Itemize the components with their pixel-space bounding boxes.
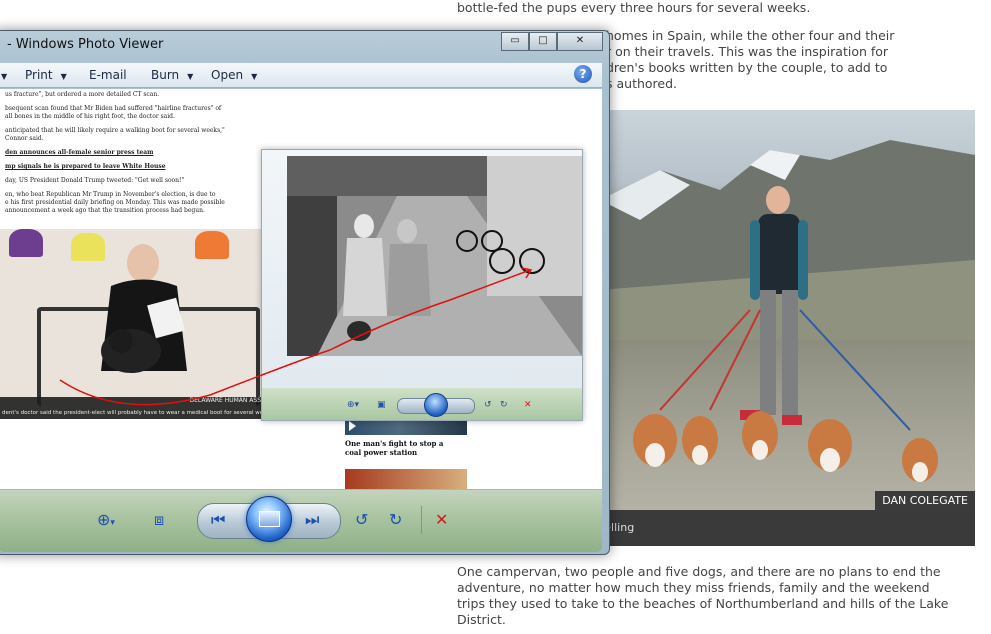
news-line: anticipated that he will likely require … — [5, 127, 225, 134]
slideshow-picture-icon — [259, 511, 280, 527]
news-link: mp signals he is prepared to leave White… — [5, 163, 166, 170]
viewer-toolbar: ⊕▾ ⧈ ⏮ ⏭ ↺ ↻ ✕ — [0, 490, 602, 552]
menu-open-label: Open — [211, 68, 244, 82]
play-icon — [349, 421, 356, 431]
article-paragraph-3: One campervan, two people and five dogs,… — [457, 564, 949, 627]
nested-fit-icon: ▣ — [377, 400, 386, 410]
zoom-icon[interactable]: ⊕▾ — [97, 512, 115, 531]
vintage-street-illustration — [287, 156, 582, 356]
sidebar-story-title: One man's fight to stop a coal power sta… — [345, 439, 444, 457]
menu-email-label: E-mail — [89, 68, 127, 82]
image-canvas: us fracture", but ordered a more detaile… — [0, 89, 602, 489]
person-illustration — [101, 244, 187, 373]
news-line: day, US President Donald Trump tweeted: … — [5, 177, 185, 184]
article-paragraph-2: homes in Spain, while the other four and… — [606, 28, 895, 91]
menu-email[interactable]: E-mail — [89, 68, 127, 82]
menu-burn-label: Burn — [151, 68, 180, 82]
help-icon[interactable]: ? — [574, 65, 592, 83]
news-line: announcement a week ago that the transit… — [5, 207, 205, 214]
nested-slideshow-icon — [424, 393, 448, 417]
menu-bar: ▼ Print ▼ E-mail Burn ▼ Open ▼ ? — [0, 63, 602, 88]
menu-left-arrow[interactable]: ▼ — [1, 68, 7, 82]
news-line: bsequent scan found that Mr Biden had su… — [5, 105, 222, 112]
news-photo-caption: DELAWARE HUMAN ASSOCIATION dent's doctor… — [0, 397, 294, 419]
news-line: e his first presidential daily briefing … — [5, 199, 225, 206]
vintage-street-photo — [287, 156, 582, 356]
rotate-left-icon[interactable]: ↺ — [355, 512, 368, 528]
dropdown-arrow-icon: ▼ — [187, 72, 194, 81]
nested-zoom-icon: ⊕▾ — [347, 400, 360, 410]
article-paragraph-1: bottle-fed the pups every three hours fo… — [457, 0, 811, 15]
nested-photo-viewer: ⊕▾ ▣ ↺ ↻ ✕ — [261, 149, 583, 421]
dropdown-arrow-icon: ▼ — [60, 72, 67, 81]
dropdown-arrow-icon: ▼ — [1, 72, 8, 81]
delete-icon[interactable]: ✕ — [435, 512, 448, 528]
photo-caption-bar: relling — [600, 510, 975, 546]
close-button[interactable]: ✕ — [557, 32, 603, 51]
nested-toolbar: ⊕▾ ▣ ↺ ↻ ✕ — [262, 388, 582, 420]
news-line: us fracture", but ordered a more detaile… — [5, 91, 160, 98]
news-line: Connor said. — [5, 135, 44, 142]
minimize-button[interactable]: ▭ — [501, 32, 529, 51]
maximize-button[interactable]: □ — [529, 32, 557, 51]
people-dogs-illustration — [633, 186, 938, 482]
menu-print[interactable]: Print ▼ — [25, 68, 67, 82]
menu-burn[interactable]: Burn ▼ — [151, 68, 193, 82]
news-link: den announces all-female senior press te… — [5, 149, 154, 156]
slideshow-icon[interactable] — [246, 496, 292, 542]
menu-open[interactable]: Open ▼ — [211, 68, 257, 82]
nested-rotate-right-icon: ↻ — [500, 400, 508, 410]
nested-delete-icon: ✕ — [524, 400, 532, 410]
caption-buttons: ▭ □ ✕ — [501, 32, 603, 51]
previous-icon[interactable]: ⏮ — [211, 512, 225, 528]
toolbar-separator — [421, 506, 422, 534]
photo-viewer-window[interactable]: - Windows Photo Viewer ▭ □ ✕ ▼ Print ▼ E-… — [0, 30, 610, 555]
fit-to-window-icon[interactable]: ⧈ — [154, 512, 164, 528]
news-photo-caption-text: dent's doctor said the president-elect w… — [2, 410, 273, 416]
news-line: en, who beat Republican Mr Trump in Nove… — [5, 191, 216, 198]
news-photo: DELAWARE HUMAN ASSOCIATION dent's doctor… — [0, 229, 294, 419]
wall-dog-purple — [9, 229, 43, 257]
menu-print-label: Print — [25, 68, 53, 82]
nested-rotate-left-icon: ↺ — [484, 400, 492, 410]
rotate-right-icon[interactable]: ↻ — [389, 512, 402, 528]
news-line: all bones in the middle of his right foo… — [5, 113, 175, 120]
next-icon[interactable]: ⏭ — [305, 512, 319, 528]
dropdown-arrow-icon: ▼ — [251, 72, 258, 81]
news-article-snippet: us fracture", but ordered a more detaile… — [0, 89, 294, 223]
sidebar-thumbnail-2 — [345, 469, 467, 489]
window-title: - Windows Photo Viewer — [7, 37, 164, 52]
photo-credit: DAN COLEGATE — [875, 491, 975, 510]
dogs-photo: DAN COLEGATE — [600, 110, 975, 510]
